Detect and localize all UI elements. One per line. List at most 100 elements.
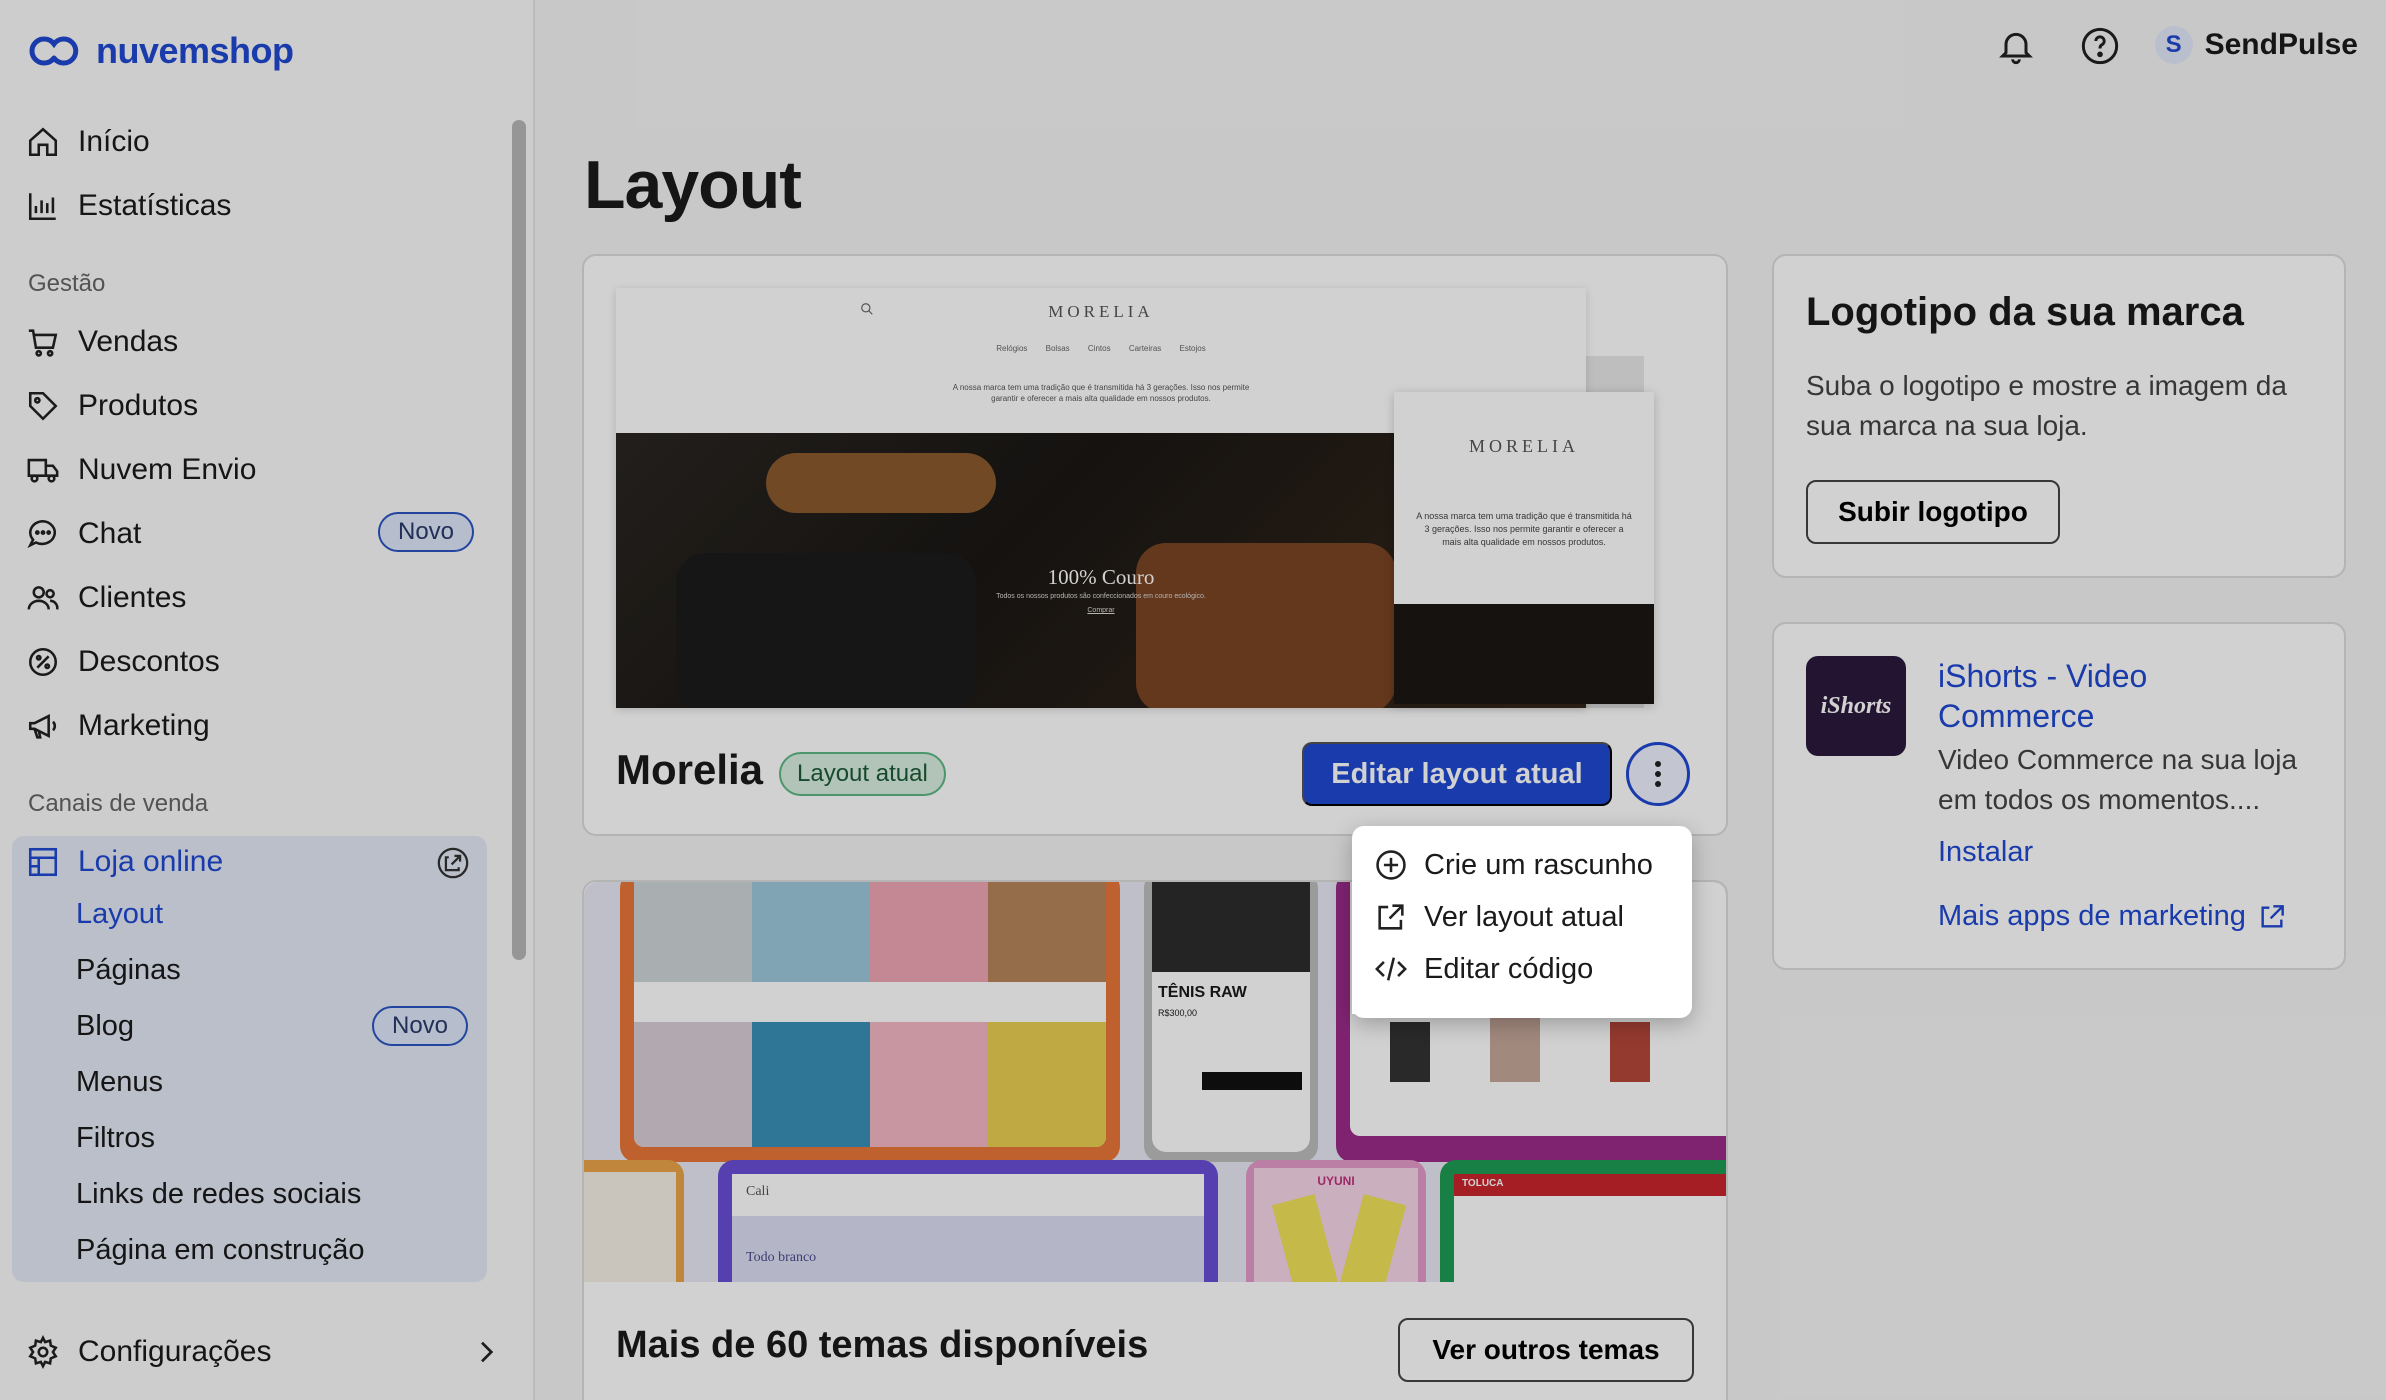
avatar: S [2154, 26, 2193, 64]
nav-item-descontos[interactable]: Descontos [26, 640, 220, 684]
see-other-themes-button[interactable]: Ver outros temas [1398, 1318, 1694, 1382]
thumb-subtitle: Todo branco [746, 1250, 817, 1265]
app-name[interactable]: iShorts - Video Commerce [1938, 656, 2298, 736]
nav-item-chat[interactable]: Chat [26, 512, 141, 556]
theme-thumbnail[interactable] [620, 882, 1120, 1162]
store-icon [28, 847, 58, 877]
nav-item-marketing[interactable]: Marketing [26, 704, 210, 748]
upload-logo-button[interactable]: Subir logotipo [1806, 480, 2060, 544]
sidebar-scrollbar[interactable] [512, 120, 526, 960]
theme-name: Morelia [616, 746, 764, 793]
logo-card-description: Suba o logotipo e mostre a imagem da sua… [1806, 370, 2287, 441]
nav-item-vendas[interactable]: Vendas [26, 320, 178, 364]
thumb-title: TOLUCA [1462, 1178, 1504, 1189]
user-menu[interactable]: S SendPulse [2154, 26, 2358, 64]
nav-item-configuracoes[interactable]: Configurações [26, 1330, 271, 1374]
edit-layout-button[interactable]: Editar layout atual [1302, 742, 1612, 806]
status-badge: Layout atual [779, 752, 946, 796]
sub-item-filtros[interactable]: Filtros [76, 1122, 155, 1155]
cloud-logo-icon [29, 36, 79, 66]
sub-item-blog[interactable]: Blog [76, 1010, 134, 1043]
nav-item-label: Estatísticas [78, 189, 232, 222]
preview-menu-item: Carteiras [1128, 344, 1162, 353]
sub-item-layout[interactable]: Layout [76, 898, 163, 931]
external-link-icon [2261, 904, 2284, 928]
cart-icon [28, 329, 58, 357]
bar-chart-icon [28, 193, 56, 221]
home-icon [28, 127, 58, 157]
theme-thumbnail[interactable]: UYUNI [1246, 1160, 1426, 1282]
sub-item-pagina-construcao[interactable]: Página em construção [76, 1234, 365, 1267]
preview-menu: Relógios Bolsas Cintos Carteiras Estojos [616, 344, 1586, 353]
discount-icon [28, 647, 58, 677]
section-label-gestao: Gestão [28, 270, 106, 297]
theme-thumbnail[interactable]: TÊNIS RAW R$300,00 [1144, 882, 1318, 1162]
theme-thumbnail[interactable]: TOLUCA [1440, 1160, 1726, 1282]
code-icon [1375, 957, 1407, 981]
app-card: iShorts iShorts - Video Commerce Video C… [1772, 622, 2346, 970]
logo-card: Logotipo da sua marca Suba o logotipo e … [1772, 254, 2346, 578]
preview-store-name: MORELIA [1048, 302, 1154, 321]
nav-item-clientes[interactable]: Clientes [26, 576, 186, 620]
thumb-title: Cali [746, 1184, 770, 1199]
nav-item-loja-online[interactable]: Loja online [26, 840, 223, 884]
nav-item-label: Configurações [78, 1335, 272, 1368]
preview-mobile-text: A nossa marca tem uma tradição que é tra… [1416, 511, 1632, 547]
plus-circle-icon [1376, 850, 1406, 880]
preview-menu-item: Estojos [1179, 344, 1206, 353]
thumb-price: R$300,00 [1158, 1008, 1198, 1018]
nav-item-estatisticas[interactable]: Estatísticas [26, 184, 231, 228]
menu-item-label: Crie um rascunho [1424, 848, 1653, 881]
tag-icon [28, 391, 58, 421]
theme-thumbnail[interactable] [584, 1160, 684, 1282]
external-link-icon [1378, 904, 1404, 930]
app-logo[interactable]: iShorts [1806, 656, 1906, 756]
nav-item-label: Descontos [78, 645, 220, 678]
preview-menu-item: Cintos [1087, 344, 1111, 353]
mobile-preview[interactable]: MORELIA A nossa marca tem uma tradição q… [1394, 392, 1654, 704]
external-link-icon[interactable] [436, 846, 470, 880]
section-label-canais: Canais de venda [28, 790, 209, 817]
nav-item-inicio[interactable]: Início [26, 120, 150, 164]
thumb-title: UYUNI [1317, 1174, 1355, 1188]
nav-item-produtos[interactable]: Produtos [26, 384, 198, 428]
new-badge: Novo [372, 1006, 469, 1046]
nav-item-nuvem-envio[interactable]: Nuvem Envio [26, 448, 256, 492]
sub-item-menus[interactable]: Menus [76, 1066, 163, 1099]
preview-store-name: MORELIA [1469, 436, 1579, 456]
chat-icon [27, 519, 57, 549]
help-icon[interactable] [2080, 26, 2120, 66]
brand-logo[interactable]: nuvemshop [26, 30, 294, 72]
kebab-menu-icon [1655, 761, 1661, 787]
nav-item-label: Início [78, 125, 150, 158]
preview-menu-item: Bolsas [1045, 344, 1070, 353]
themes-title: Mais de 60 temas disponíveis [616, 1324, 1149, 1366]
truck-icon [27, 458, 59, 483]
sidebar: nuvemshop Início Estatísticas Gestão Ven… [0, 0, 535, 1400]
nav-item-label: Loja online [78, 845, 224, 878]
preview-tagline: A nossa marca tem uma tradição que é tra… [952, 383, 1250, 403]
menu-item-edit-code[interactable]: Editar código [1374, 952, 1593, 986]
more-apps-link[interactable]: Mais apps de marketing [1938, 900, 2288, 933]
more-apps-label: Mais apps de marketing [1938, 900, 2246, 932]
app-logo-text: iShorts [1820, 692, 1892, 719]
sub-item-links-redes[interactable]: Links de redes sociais [76, 1178, 361, 1211]
theme-thumbnail[interactable]: Cali Todo branco [718, 1160, 1218, 1282]
chevron-right-icon[interactable] [470, 1336, 502, 1368]
menu-item-label: Editar código [1424, 952, 1594, 985]
page-title: Layout [584, 147, 802, 223]
sub-item-paginas[interactable]: Páginas [76, 954, 181, 987]
menu-item-label: Ver layout atual [1424, 900, 1624, 933]
menu-item-view-layout[interactable]: Ver layout atual [1374, 900, 1624, 934]
app-description: Video Commerce na sua loja em todos os m… [1938, 744, 2298, 815]
more-options-button[interactable] [1626, 742, 1690, 806]
menu-item-create-draft[interactable]: Crie um rascunho [1374, 848, 1653, 882]
thumb-title: TÊNIS RAW [1158, 984, 1247, 1001]
current-theme-card: MORELIA Relógios Bolsas Cintos Carteiras… [582, 254, 1728, 836]
bell-icon[interactable] [1996, 26, 2036, 66]
install-link[interactable]: Instalar [1938, 836, 2033, 869]
logo-card-title: Logotipo da sua marca [1806, 290, 2244, 334]
nav-item-label: Marketing [78, 709, 210, 742]
user-name: SendPulse [2204, 28, 2358, 61]
users-icon [27, 586, 59, 610]
